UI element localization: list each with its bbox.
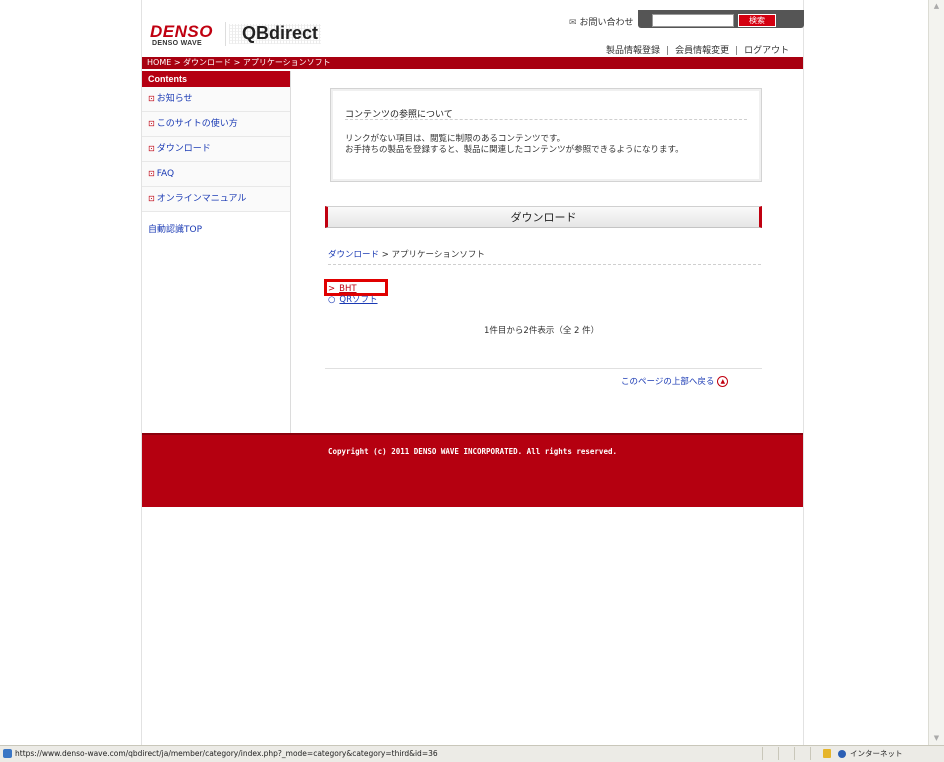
sidebar-item-label: オンラインマニュアル	[156, 194, 247, 204]
scroll-up-arrow-icon[interactable]: ▲	[932, 2, 941, 11]
member-links: 製品情報登録 | 会員情報変更 | ログアウト	[606, 43, 789, 56]
path-current: アプリケーションソフト	[391, 250, 485, 260]
category-list: > BHT ○ QRソフト	[328, 284, 378, 306]
link-separator: |	[735, 46, 739, 56]
denso-wave-logo-text: DENSO WAVE	[152, 40, 202, 47]
logo-divider	[225, 22, 226, 46]
denso-logo[interactable]: DENSO	[150, 22, 213, 42]
sidebar-item-label: ダウンロード	[156, 144, 211, 154]
square-bullet-icon: ⊡	[148, 169, 155, 178]
sidebar-item-label: FAQ	[156, 169, 175, 179]
vertical-scrollbar[interactable]: ▲ ▼	[928, 0, 944, 745]
square-bullet-icon: ⊡	[148, 119, 155, 128]
back-to-top-link[interactable]: このページの上部へ戻る ▲	[621, 375, 729, 387]
lock-icon[interactable]	[823, 749, 831, 758]
status-url: https://www.denso-wave.com/qbdirect/ja/m…	[15, 749, 438, 758]
list-item: > BHT	[328, 284, 378, 295]
circle-bullet-icon: ○	[328, 295, 336, 305]
sidebar-item-label: このサイトの使い方	[156, 119, 238, 129]
page-container: DENSO DENSO WAVE QBdirect ✉ お問い合わせ 検索 製品情…	[141, 0, 804, 745]
product-register-link[interactable]: 製品情報登録	[606, 46, 660, 56]
sidebar-item-online-manual[interactable]: ⊡ オンラインマニュアル	[142, 187, 290, 212]
member-info-link[interactable]: 会員情報変更	[675, 46, 729, 56]
contact-label: お問い合わせ	[579, 18, 634, 28]
category-path: ダウンロード > アプリケーションソフト	[328, 248, 485, 260]
logout-link[interactable]: ログアウト	[744, 46, 789, 56]
content-divider	[325, 368, 762, 369]
globe-icon	[838, 750, 846, 758]
list-item: ○ QRソフト	[328, 295, 378, 306]
square-bullet-icon: ⊡	[148, 194, 155, 203]
sidebar-item-faq[interactable]: ⊡ FAQ	[142, 162, 290, 187]
path-download-link[interactable]: ダウンロード	[328, 250, 379, 260]
path-divider	[328, 264, 761, 265]
status-divider	[794, 747, 795, 760]
category-link-qr-soft[interactable]: QRソフト	[339, 295, 377, 305]
back-to-top-label: このページの上部へ戻る	[621, 377, 715, 387]
arrow-bullet-icon: >	[328, 284, 336, 294]
footer: Copyright (c) 2011 DENSO WAVE INCORPORAT…	[142, 433, 803, 507]
breadcrumb: HOME > ダウンロード > アプリケーションソフト	[142, 57, 803, 69]
content-notice-box: コンテンツの参照について リンクがない項目は、閲覧に制限のあるコンテンツです。 …	[330, 88, 762, 182]
link-separator: |	[666, 46, 670, 56]
square-bullet-icon: ⊡	[148, 94, 155, 103]
notice-divider	[345, 119, 747, 120]
status-divider	[810, 747, 811, 760]
sidebar-heading: Contents	[142, 71, 290, 87]
path-separator: >	[379, 250, 392, 260]
section-title: ダウンロード	[325, 206, 762, 228]
contact-link[interactable]: ✉ お問い合わせ	[569, 15, 634, 28]
status-divider	[778, 747, 779, 760]
sidebar-item-how-to-use[interactable]: ⊡ このサイトの使い方	[142, 112, 290, 137]
browser-status-bar: https://www.denso-wave.com/qbdirect/ja/m…	[0, 745, 944, 762]
result-count: 1件目から2件表示（全 2 件）	[484, 326, 600, 336]
scroll-down-arrow-icon[interactable]: ▼	[932, 734, 941, 743]
mail-icon: ✉	[569, 18, 577, 28]
sidebar-item-news[interactable]: ⊡ お知らせ	[142, 87, 290, 112]
square-bullet-icon: ⊡	[148, 144, 155, 153]
security-zone: インターネット	[850, 749, 903, 758]
status-divider	[762, 747, 763, 760]
qbdirect-logo[interactable]: QBdirect	[242, 23, 318, 44]
sidebar: Contents ⊡ お知らせ ⊡ このサイトの使い方 ⊡ ダウンロード ⊡ FAQ ⊡…	[142, 71, 291, 433]
copyright-text: Copyright (c) 2011 DENSO WAVE INCORPORAT…	[328, 447, 617, 456]
search-button[interactable]: 検索	[738, 14, 776, 27]
notice-text: お手持ちの製品を登録すると、製品に関連したコンテンツが参照できるようになります。	[345, 145, 684, 155]
auto-id-top-link[interactable]: 自動認識TOP	[142, 222, 290, 235]
up-arrow-icon: ▲	[717, 376, 729, 387]
sidebar-item-download[interactable]: ⊡ ダウンロード	[142, 137, 290, 162]
page-icon	[3, 749, 12, 758]
sidebar-item-label: お知らせ	[156, 94, 193, 104]
search-box: 検索	[638, 10, 804, 28]
search-input[interactable]	[652, 14, 734, 27]
category-link-bht[interactable]: BHT	[339, 284, 356, 294]
